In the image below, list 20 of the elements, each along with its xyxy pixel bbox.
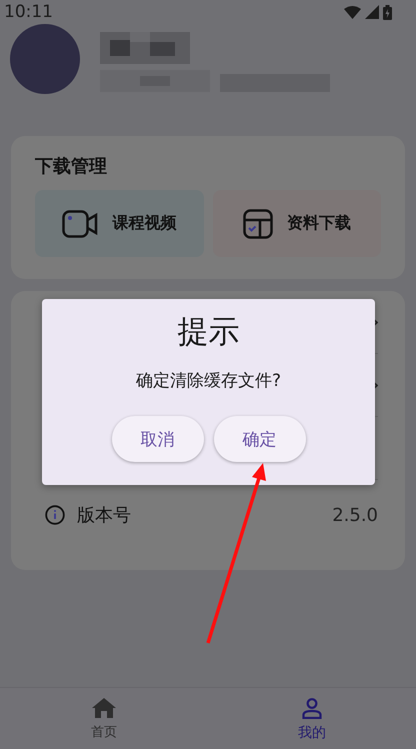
info-icon bbox=[45, 505, 65, 525]
dialog-title: 提示 bbox=[178, 313, 240, 352]
video-camera-icon bbox=[62, 210, 98, 238]
wifi-icon bbox=[344, 6, 361, 18]
signal-icon bbox=[365, 5, 379, 19]
version-label: 版本号 bbox=[77, 504, 131, 527]
dialog-button[interactable]: 取消 bbox=[112, 416, 204, 462]
nav-tab[interactable]: 首页 bbox=[0, 688, 208, 749]
download-tile[interactable]: 资料下载 bbox=[212, 190, 381, 257]
section-title: 下载管理 bbox=[35, 155, 108, 178]
document-icon bbox=[242, 208, 273, 238]
dialog-button[interactable]: 确定 bbox=[214, 416, 306, 462]
home-icon bbox=[92, 698, 116, 718]
version-number: 2.5.0 bbox=[332, 504, 378, 526]
battery-icon bbox=[383, 4, 392, 20]
person-icon bbox=[302, 698, 322, 719]
status-time: 10:11 bbox=[4, 2, 53, 22]
download-tile[interactable]: 课程视频 bbox=[35, 190, 204, 257]
dialog-message: 确定清除缓存文件? bbox=[136, 370, 282, 392]
nav-tab[interactable]: 我的 bbox=[208, 688, 416, 749]
